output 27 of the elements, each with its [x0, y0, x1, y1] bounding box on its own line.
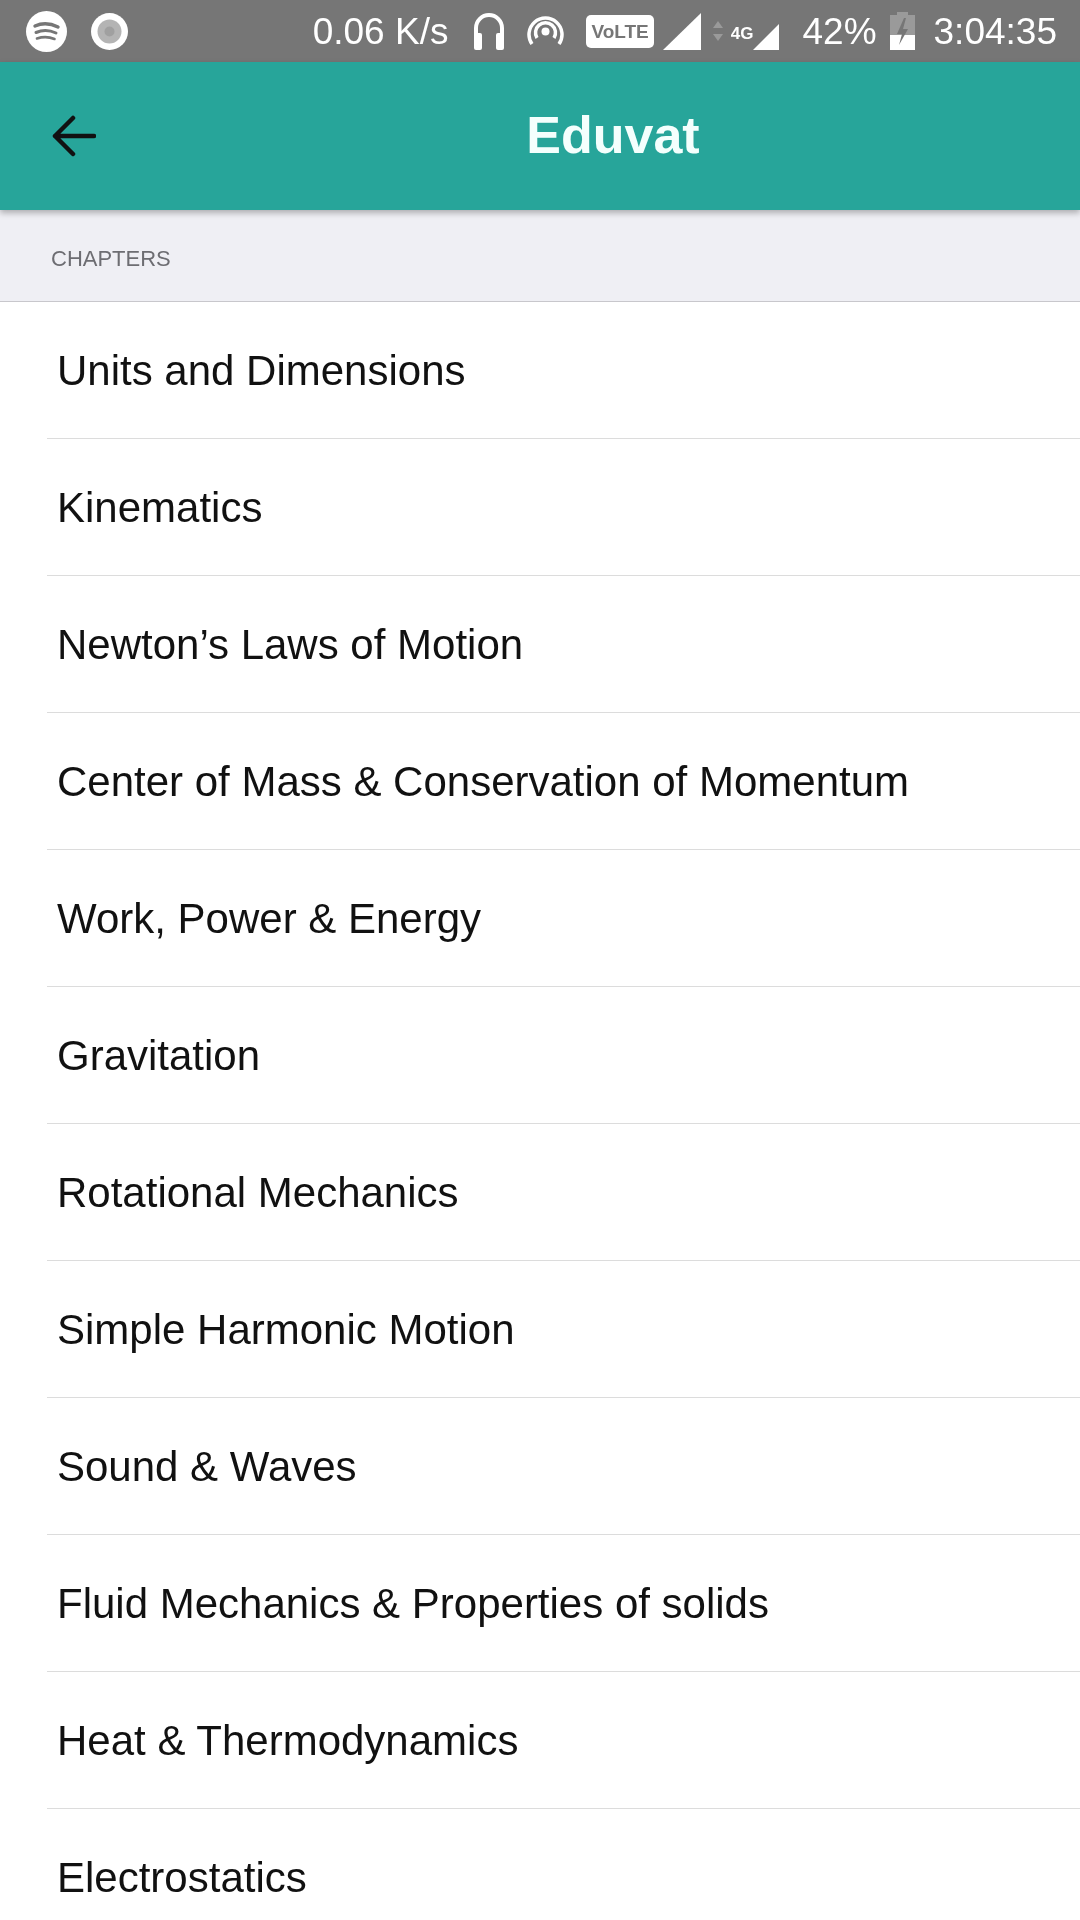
chapter-item[interactable]: Newton’s Laws of Motion	[47, 576, 1080, 713]
battery-charging-icon	[889, 12, 915, 50]
signal-icon	[662, 12, 701, 50]
circle-waves-icon	[26, 10, 67, 52]
chapter-item[interactable]: Kinematics	[47, 439, 1080, 576]
battery-percent: 42%	[802, 12, 877, 50]
chapter-item[interactable]: Center of Mass & Conservation of Momentum	[47, 713, 1080, 850]
circle-dot-icon	[91, 12, 128, 50]
chapter-item[interactable]: Simple Harmonic Motion	[47, 1261, 1080, 1398]
network-speed: 0.06 K/s	[312, 12, 449, 50]
app-title: Eduvat	[526, 107, 700, 165]
chapter-item[interactable]: Gravitation	[47, 987, 1080, 1124]
chapter-item[interactable]: Sound & Waves	[47, 1398, 1080, 1535]
network-badge: VoLTE	[586, 14, 654, 48]
chapter-item[interactable]: Units and Dimensions	[47, 302, 1080, 439]
signal-icon	[753, 23, 780, 50]
data-arrows-icon	[712, 21, 723, 41]
network-type: 4G	[730, 24, 754, 42]
chapter-item[interactable]: Electrostatics	[47, 1809, 1080, 1920]
chapter-item[interactable]: Rotational Mechanics	[47, 1124, 1080, 1261]
section-label: CHAPTERS	[51, 246, 171, 273]
chapter-item[interactable]: Fluid Mechanics & Properties of solids	[47, 1535, 1080, 1672]
clock-time: 3:04:35	[933, 12, 1057, 50]
headphones-icon	[472, 10, 507, 52]
chapter-item[interactable]: Heat & Thermodynamics	[47, 1672, 1080, 1809]
back-arrow-icon	[52, 115, 96, 157]
chapter-item[interactable]: Work, Power & Energy	[47, 850, 1080, 987]
